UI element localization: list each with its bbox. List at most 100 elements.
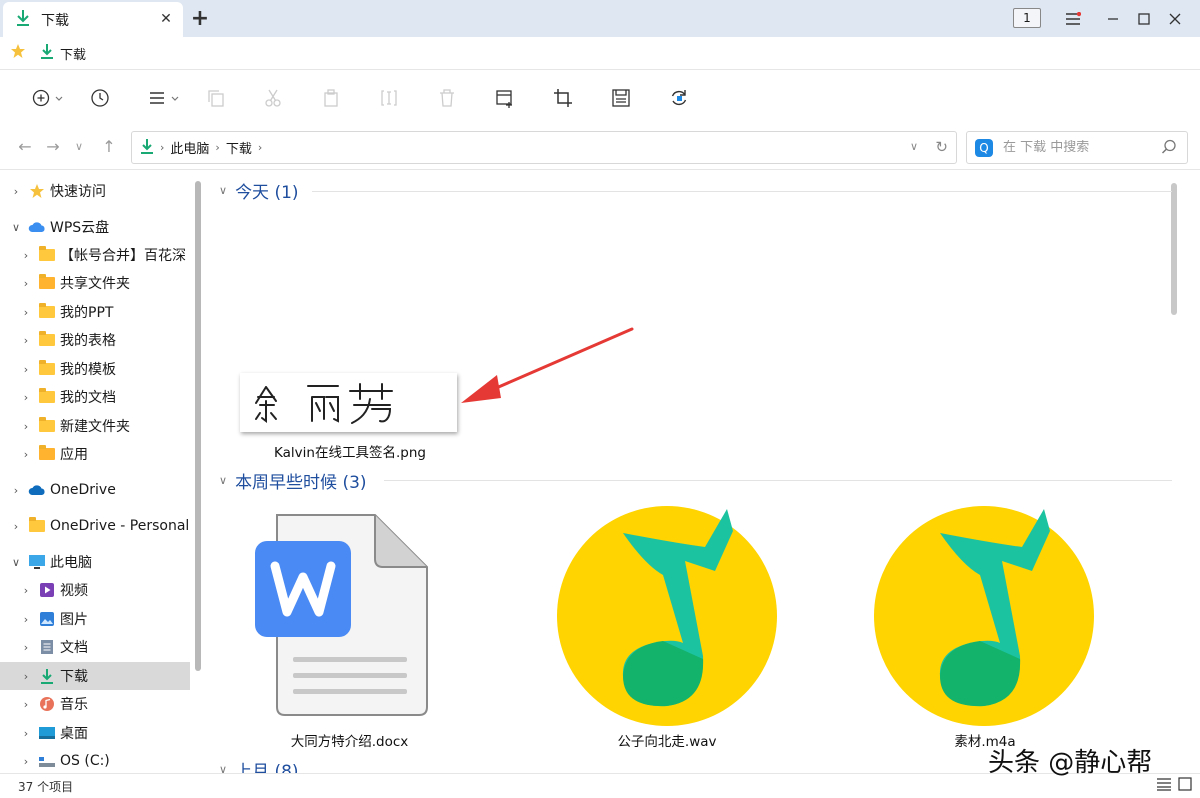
file-item-docx[interactable] [255,511,430,716]
minimize-button[interactable] [1100,6,1126,32]
rename-button[interactable] [375,84,403,112]
copy-button[interactable] [202,84,230,112]
search-box[interactable]: Q [966,131,1188,164]
sidebar-item-my-documents[interactable]: › 我的文档 [0,383,190,411]
sidebar-item-label: 文档 [60,640,88,656]
address-bar[interactable]: › 此电脑 › 下载 › ∨ ↻ [131,131,957,164]
history-dropdown-button[interactable]: ∨ [68,135,90,157]
sidebar-item-label: OneDrive [50,482,116,498]
qq-music-icon [874,506,1094,726]
favorite-item-downloads[interactable]: 下载 [60,44,86,63]
file-name-signature[interactable]: Kalvin在线工具签名.png [237,441,463,461]
sidebar-item-my-ppt[interactable]: › 我的PPT [0,298,190,326]
sidebar-item-pictures[interactable]: › 图片 [0,605,190,633]
file-name-docx[interactable]: 大同方特介绍.docx [267,730,432,750]
chevron-right-icon[interactable]: › [20,670,32,683]
search-engine-icon[interactable]: Q [975,138,993,157]
chevron-right-icon[interactable]: › [20,727,32,740]
minimize-icon [1108,18,1118,20]
recent-button[interactable] [86,84,114,112]
chevron-down-icon[interactable]: ∨ [219,474,227,487]
sidebar-item-music[interactable]: › 音乐 [0,690,190,718]
breadcrumb-downloads[interactable]: 下载 [226,138,252,157]
up-button[interactable]: ↑ [98,135,120,157]
sidebar-item-videos[interactable]: › 视频 [0,576,190,604]
menu-button[interactable] [1060,6,1086,32]
group-header-last-month[interactable]: ∨ 上月 (8) [219,756,299,774]
chevron-down-icon[interactable]: ∨ [10,556,22,569]
view-mode-button[interactable] [146,84,182,112]
chevron-right-icon[interactable]: › [10,484,22,497]
sidebar-item-new-folder[interactable]: › 新建文件夹 [0,412,190,440]
sidebar-scrollbar[interactable] [195,181,201,671]
chevron-down-icon[interactable]: ∨ [10,221,22,234]
cut-button[interactable] [259,84,287,112]
chevron-right-icon[interactable]: › [20,249,32,262]
chevron-right-icon[interactable]: › [20,613,32,626]
back-button[interactable]: ← [14,135,36,157]
close-tab-icon[interactable]: ✕ [155,8,177,30]
chevron-right-icon[interactable]: › [20,448,32,461]
thumbnail-view-icon[interactable] [1178,777,1192,795]
chevron-down-icon[interactable]: ∨ [219,763,227,774]
delete-button[interactable] [433,84,461,112]
tab-downloads[interactable]: 下载 ✕ [3,2,183,37]
new-window-button[interactable] [491,84,519,112]
content-scrollbar[interactable] [1171,183,1177,315]
new-tab-button[interactable]: + [188,6,212,31]
sidebar-item-account-merge[interactable]: › 【帐号合并】百花深 [0,241,190,269]
file-name-wav[interactable]: 公子向北走.wav [567,730,767,750]
window-counter[interactable]: 1 [1013,8,1041,28]
chevron-right-icon[interactable]: › [20,641,32,654]
sidebar-item-onedrive-personal[interactable]: › OneDrive - Personal [0,512,190,540]
paste-button[interactable] [317,84,345,112]
chevron-right-icon[interactable]: › [20,363,32,376]
forward-button[interactable]: → [42,135,64,157]
sidebar-item-label: 新建文件夹 [60,419,130,435]
file-thumbnail-signature[interactable] [240,373,457,432]
sidebar-item-label: 音乐 [60,697,88,713]
save-button[interactable] [607,84,635,112]
sidebar-item-desktop[interactable]: › 桌面 [0,719,190,747]
sidebar-item-os-c[interactable]: › OS (C:) [0,747,190,773]
search-icon[interactable] [1161,139,1177,159]
sidebar-item-documents[interactable]: › 文档 [0,633,190,661]
sidebar-item-shared-folder[interactable]: › 共享文件夹 [0,269,190,297]
sidebar-item-downloads[interactable]: › 下载 [0,662,190,690]
maximize-button[interactable] [1131,6,1157,32]
sidebar-item-label: 快速访问 [50,184,106,200]
chevron-right-icon[interactable]: › [20,755,32,768]
file-item-m4a[interactable] [872,501,1097,726]
group-header-this-week[interactable]: ∨ 本周早些时候 (3) [219,467,367,493]
chevron-down-icon[interactable]: ∨ [219,184,227,197]
chevron-right-icon[interactable]: › [10,520,22,533]
chevron-right-icon[interactable]: › [20,306,32,319]
folder-icon [38,417,56,434]
sidebar-item-onedrive[interactable]: › OneDrive [0,476,190,504]
sidebar-item-apps[interactable]: › 应用 [0,440,190,468]
sidebar-item-my-sheets[interactable]: › 我的表格 [0,326,190,354]
sidebar-item-my-templates[interactable]: › 我的模板 [0,355,190,383]
sidebar-item-quick-access[interactable]: › 快速访问 [0,177,190,205]
search-input[interactable] [1003,140,1153,155]
refresh-icon[interactable]: ↻ [935,138,948,156]
chevron-right-icon[interactable]: › [20,698,32,711]
chevron-right-icon[interactable]: › [20,277,32,290]
group-header-today[interactable]: ∨ 今天 (1) [219,177,299,203]
chevron-right-icon[interactable]: › [20,334,32,347]
chevron-right-icon[interactable]: › [20,584,32,597]
crop-button[interactable] [549,84,577,112]
chevron-right-icon[interactable]: › [10,185,22,198]
details-view-icon[interactable] [1156,777,1172,795]
close-window-button[interactable] [1162,6,1188,32]
sidebar-item-this-pc[interactable]: ∨ 此电脑 [0,548,190,576]
breadcrumb-this-pc[interactable]: 此电脑 [170,138,209,157]
new-item-button[interactable] [30,84,66,112]
chevron-down-icon[interactable]: ∨ [910,140,918,153]
sync-button[interactable] [665,84,693,112]
sidebar-item-wps-cloud[interactable]: ∨ WPS云盘 [0,213,190,241]
star-icon[interactable] [10,43,26,63]
chevron-right-icon[interactable]: › [20,420,32,433]
chevron-right-icon[interactable]: › [20,391,32,404]
file-item-wav[interactable] [555,501,780,726]
